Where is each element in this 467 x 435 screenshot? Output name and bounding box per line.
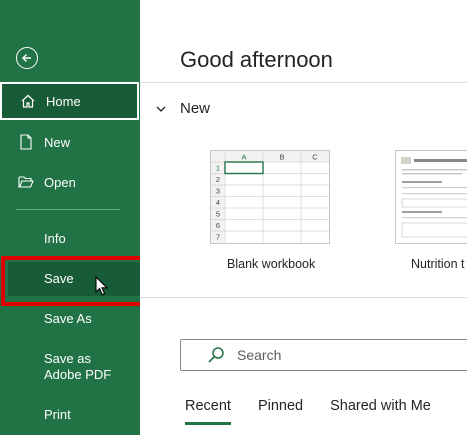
sidebar-item-save-as[interactable]: Save As bbox=[44, 311, 92, 326]
new-section-title: New bbox=[180, 100, 211, 117]
home-icon bbox=[18, 91, 38, 111]
tab-recent[interactable]: Recent bbox=[185, 398, 231, 425]
tab-pinned[interactable]: Pinned bbox=[258, 398, 303, 414]
spreadsheet-grid-icon: A B C 1 2 3 4 5 6 7 bbox=[211, 151, 329, 243]
sidebar-item-label: Open bbox=[44, 174, 76, 190]
row-header: 6 bbox=[216, 221, 220, 230]
chevron-down-icon bbox=[156, 105, 166, 113]
backstage-main: Good afternoon New A B C 1 2 3 4 5 6 7 Blank work… bbox=[140, 0, 467, 435]
row-header: 2 bbox=[216, 175, 220, 184]
new-document-icon bbox=[16, 132, 36, 152]
file-tabs: Recent Pinned Shared with Me bbox=[185, 398, 458, 425]
back-button[interactable] bbox=[16, 47, 38, 69]
new-section-header[interactable]: New bbox=[156, 100, 210, 117]
folder-open-icon bbox=[16, 172, 36, 192]
row-header: 5 bbox=[216, 210, 220, 219]
row-header: 1 bbox=[216, 164, 220, 173]
blank-workbook-thumbnail[interactable]: A B C 1 2 3 4 5 6 7 bbox=[210, 150, 330, 244]
section-divider bbox=[140, 297, 467, 298]
row-header: 3 bbox=[216, 187, 220, 196]
column-header: A bbox=[241, 153, 246, 162]
page-title: Good afternoon bbox=[180, 47, 333, 72]
column-header: B bbox=[279, 153, 284, 162]
nutrition-template-thumbnail[interactable] bbox=[395, 150, 467, 244]
search-icon bbox=[207, 346, 225, 364]
nutrition-template-label[interactable]: Nutrition t bbox=[411, 257, 465, 271]
back-arrow-icon bbox=[22, 54, 31, 62]
document-preview-icon bbox=[401, 157, 467, 238]
sidebar-item-home[interactable]: Home bbox=[0, 82, 139, 120]
search-box[interactable]: Search bbox=[180, 339, 467, 371]
blank-workbook-label[interactable]: Blank workbook bbox=[227, 257, 315, 271]
sidebar-item-new[interactable]: New bbox=[0, 123, 140, 161]
section-divider bbox=[140, 82, 467, 83]
sidebar-item-open[interactable]: Open bbox=[0, 163, 140, 201]
search-input[interactable]: Search bbox=[237, 347, 281, 363]
sidebar-divider bbox=[16, 209, 120, 210]
sidebar-item-info[interactable]: Info bbox=[44, 231, 66, 246]
sidebar-item-label: Home bbox=[46, 93, 81, 109]
column-header: C bbox=[312, 153, 318, 162]
sidebar-item-print[interactable]: Print bbox=[44, 407, 71, 422]
backstage-sidebar: Home New Open Info Save Save As Save as … bbox=[0, 0, 140, 435]
row-header: 7 bbox=[216, 233, 220, 242]
mouse-cursor-icon bbox=[95, 276, 109, 296]
selected-cell bbox=[224, 161, 264, 175]
sidebar-item-label: New bbox=[44, 134, 71, 150]
row-header: 4 bbox=[216, 198, 220, 207]
tab-shared-with-me[interactable]: Shared with Me bbox=[330, 398, 431, 414]
sidebar-item-save-as-adobe-pdf[interactable]: Save as Adobe PDF bbox=[44, 351, 130, 383]
